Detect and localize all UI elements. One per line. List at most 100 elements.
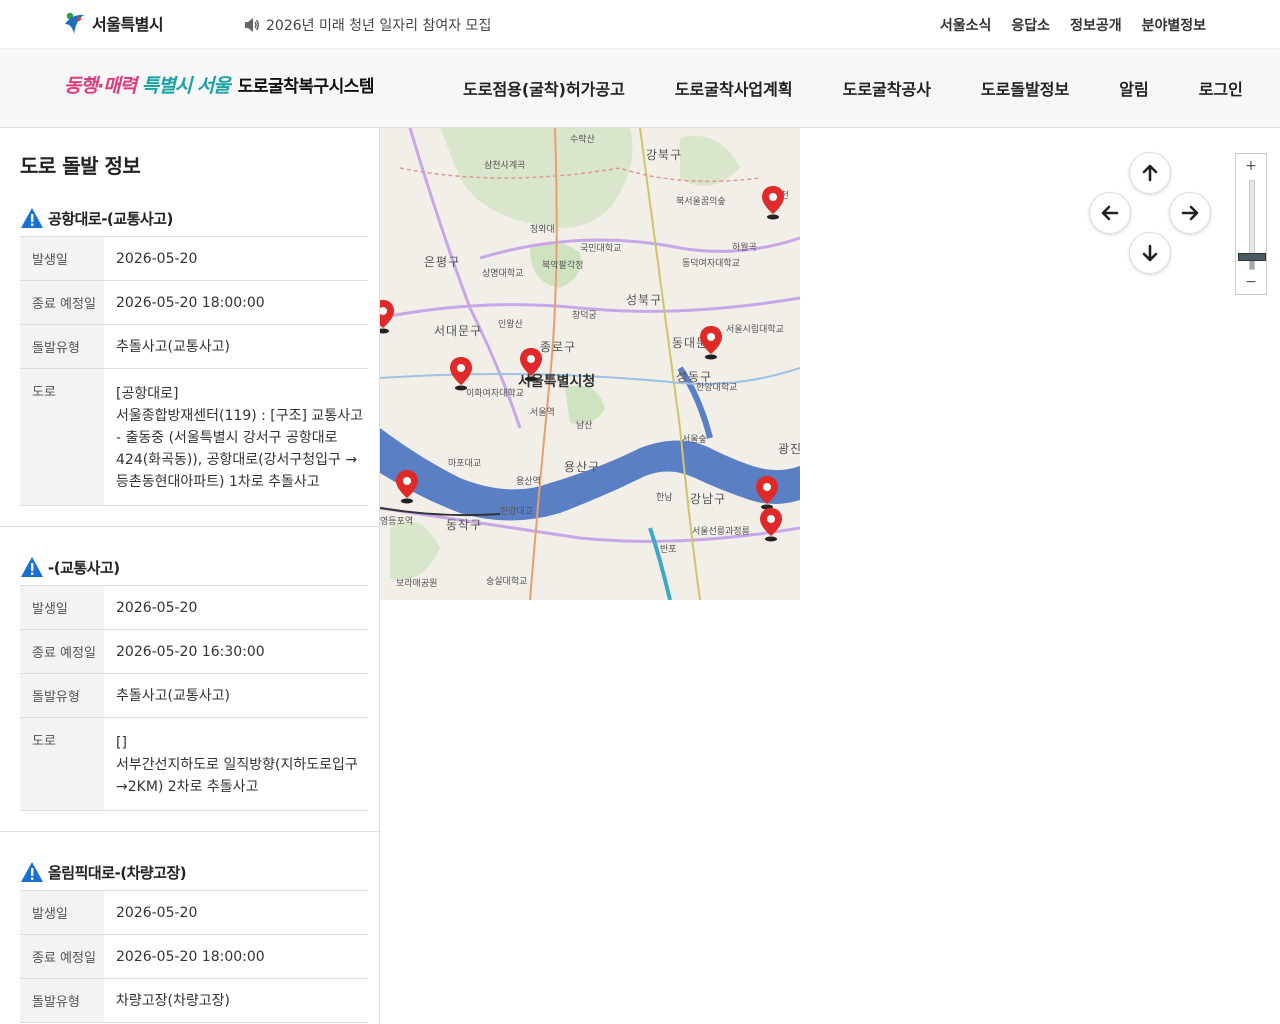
map-label-place: 삼천사계곡: [484, 161, 526, 171]
field-label: 돌발유형: [20, 324, 104, 369]
menu-permit-notice[interactable]: 도로점용(굴착)허가공고: [463, 76, 625, 100]
road-description: 서부간선지하도로 일직방향(지하도로입구→2KM) 2차로 추돌사고: [116, 757, 358, 795]
incident-info-table: 발생일 2026-05-20 종료 예정일 2026-05-20 18:00:00 …: [20, 890, 368, 1023]
field-label: 발생일: [20, 890, 104, 935]
utility-links: 서울소식 응답소 정보공개 분야별정보: [940, 15, 1206, 35]
field-value: 추돌사고(교통사고): [104, 324, 368, 369]
map-label-place: 이화여자대학교: [466, 389, 524, 399]
seoul-logo[interactable]: 서울특별시: [62, 10, 164, 36]
field-label: 도로: [20, 368, 104, 506]
map-view[interactable]: 강북구 은평구 성북구 서대문구 종로구 동대문구 성동구 용산구 강남구 동작…: [380, 128, 800, 600]
road-name: [공항대로]: [116, 386, 179, 402]
map-label-place: 남산: [576, 421, 593, 431]
field-value: 2026-05-20 18:00:00: [104, 280, 368, 325]
brand-logo[interactable]: 동행·매력 특별시 서울 도로굴착복구시스템: [64, 71, 375, 98]
warning-icon: [21, 862, 43, 882]
arrow-down-icon: [1142, 244, 1158, 262]
zoom-in-button[interactable]: +: [1236, 154, 1266, 178]
incident-item[interactable]: 올림픽대로-(차량고장) 발생일 2026-05-20 종료 예정일 2026-05…: [0, 832, 379, 1024]
top-utility-bar: 서울특별시 2026년 미래 청년 일자리 참여자 모집 서울소식 응답소 정보…: [0, 0, 1280, 48]
menu-excavation-work[interactable]: 도로굴착공사: [843, 76, 931, 100]
system-title: 도로굴착복구시스템: [237, 77, 375, 97]
menu-login[interactable]: 로그인: [1199, 76, 1243, 100]
util-link-response[interactable]: 응답소: [1011, 15, 1050, 35]
field-label: 돌발유형: [20, 978, 104, 1023]
field-label: 돌발유형: [20, 673, 104, 718]
arrow-right-icon: [1181, 205, 1199, 221]
field-label: 종료 예정일: [20, 934, 104, 979]
incident-marker-pin[interactable]: [520, 348, 542, 382]
menu-road-incident[interactable]: 도로돌발정보: [981, 76, 1069, 100]
incident-marker-pin[interactable]: [762, 186, 784, 220]
incident-item[interactable]: 공항대로-(교통사고) 발생일 2026-05-20 종료 예정일 2026-05-…: [0, 200, 379, 527]
map-label-place: 서울선릉과정릉: [692, 527, 750, 537]
zoom-out-button[interactable]: −: [1236, 270, 1266, 294]
pan-up-button[interactable]: [1129, 152, 1171, 194]
incident-marker-pin[interactable]: [380, 300, 394, 334]
map-label-district: 서대문구: [434, 324, 483, 338]
field-label: 종료 예정일: [20, 280, 104, 325]
speaker-icon: [245, 18, 259, 32]
util-link-fields[interactable]: 분야별정보: [1142, 15, 1206, 35]
map-label-place: 청와대: [530, 225, 555, 235]
field-label: 발생일: [20, 236, 104, 281]
zoom-slider-handle[interactable]: [1238, 252, 1266, 261]
menu-notice[interactable]: 알림: [1119, 76, 1148, 100]
incident-marker-pin[interactable]: [760, 508, 782, 542]
incident-title-text: -(교통사고): [48, 558, 120, 577]
map-label-place: 보라매공원: [396, 579, 438, 589]
incident-marker-pin[interactable]: [756, 476, 778, 510]
main-navigation: 동행·매력 특별시 서울 도로굴착복구시스템 도로점용(굴착)허가공고 도로굴착…: [0, 48, 1280, 128]
field-value: 2026-05-20 18:00:00: [104, 934, 368, 979]
field-label: 도로: [20, 717, 104, 811]
map-label-district: 성북구: [626, 293, 663, 307]
map-label-place: 숭실대학교: [486, 577, 528, 587]
incident-marker-pin[interactable]: [700, 326, 722, 360]
map-label-district: 강남구: [690, 492, 727, 506]
map-label-place: 반포: [660, 545, 677, 555]
slogan-part1: 동행·매력: [64, 75, 137, 97]
seoul-logo-icon: [65, 12, 84, 34]
map-label-district: 은평구: [424, 255, 461, 269]
incident-marker-pin[interactable]: [450, 357, 472, 391]
field-value: 2026-05-20: [104, 236, 368, 281]
map-label-place: 인왕산: [498, 320, 523, 330]
pan-left-button[interactable]: [1089, 192, 1131, 234]
util-link-news[interactable]: 서울소식: [940, 15, 992, 35]
field-value: 2026-05-20: [104, 585, 368, 630]
field-value: 2026-05-20 16:30:00: [104, 629, 368, 674]
map-label-district: 강북구: [646, 148, 683, 162]
util-link-disclosure[interactable]: 정보공개: [1070, 15, 1122, 35]
incident-title-text: 공항대로-(교통사고): [48, 209, 173, 228]
map-label-place: 한남: [656, 493, 673, 503]
map-label-place: 서울역: [530, 408, 555, 418]
map-label-place: 북서울꿈의숲: [676, 197, 726, 207]
field-label: 종료 예정일: [20, 629, 104, 674]
incident-title: -(교통사고): [20, 549, 367, 585]
notice-banner[interactable]: 2026년 미래 청년 일자리 참여자 모집: [244, 15, 491, 35]
map-label-place: 상명대학교: [482, 269, 524, 279]
map-label-place: 수락산: [570, 135, 595, 145]
map-label-district: 동작구: [446, 518, 483, 532]
pan-down-button[interactable]: [1129, 232, 1171, 274]
pan-right-button[interactable]: [1169, 192, 1211, 234]
map-label-place: 국민대학교: [580, 244, 622, 254]
warning-icon: [21, 208, 43, 228]
incident-marker-pin[interactable]: [396, 470, 418, 504]
field-value: 차량고장(차량고장): [104, 978, 368, 1023]
map-label-district: 용산구: [564, 460, 601, 474]
incident-title: 올림픽대로-(차량고장): [20, 854, 367, 890]
field-value: [] 서부간선지하도로 일직방향(지하도로입구→2KM) 2차로 추돌사고: [104, 717, 368, 811]
map-label-place: 동덕여자대학교: [682, 259, 740, 269]
menu-excavation-plan[interactable]: 도로굴착사업계획: [675, 76, 793, 100]
incident-title: 공항대로-(교통사고): [20, 200, 367, 236]
incident-item[interactable]: -(교통사고) 발생일 2026-05-20 종료 예정일 2026-05-20 1…: [0, 527, 379, 832]
map-label-district: 광진구: [778, 442, 800, 456]
panel-title: 도로 돌발 정보: [20, 154, 141, 178]
map-label-place: 영등포역: [380, 517, 414, 527]
incident-panel[interactable]: 도로 돌발 정보 공항대로-(교통사고) 발생일 2026-05-20 종료 예정…: [0, 128, 380, 1024]
map-label-place: 서울시립대학교: [726, 325, 784, 335]
warning-icon: [21, 557, 43, 577]
zoom-control: + −: [1235, 153, 1267, 295]
map-label-place: 하월곡: [732, 243, 757, 253]
